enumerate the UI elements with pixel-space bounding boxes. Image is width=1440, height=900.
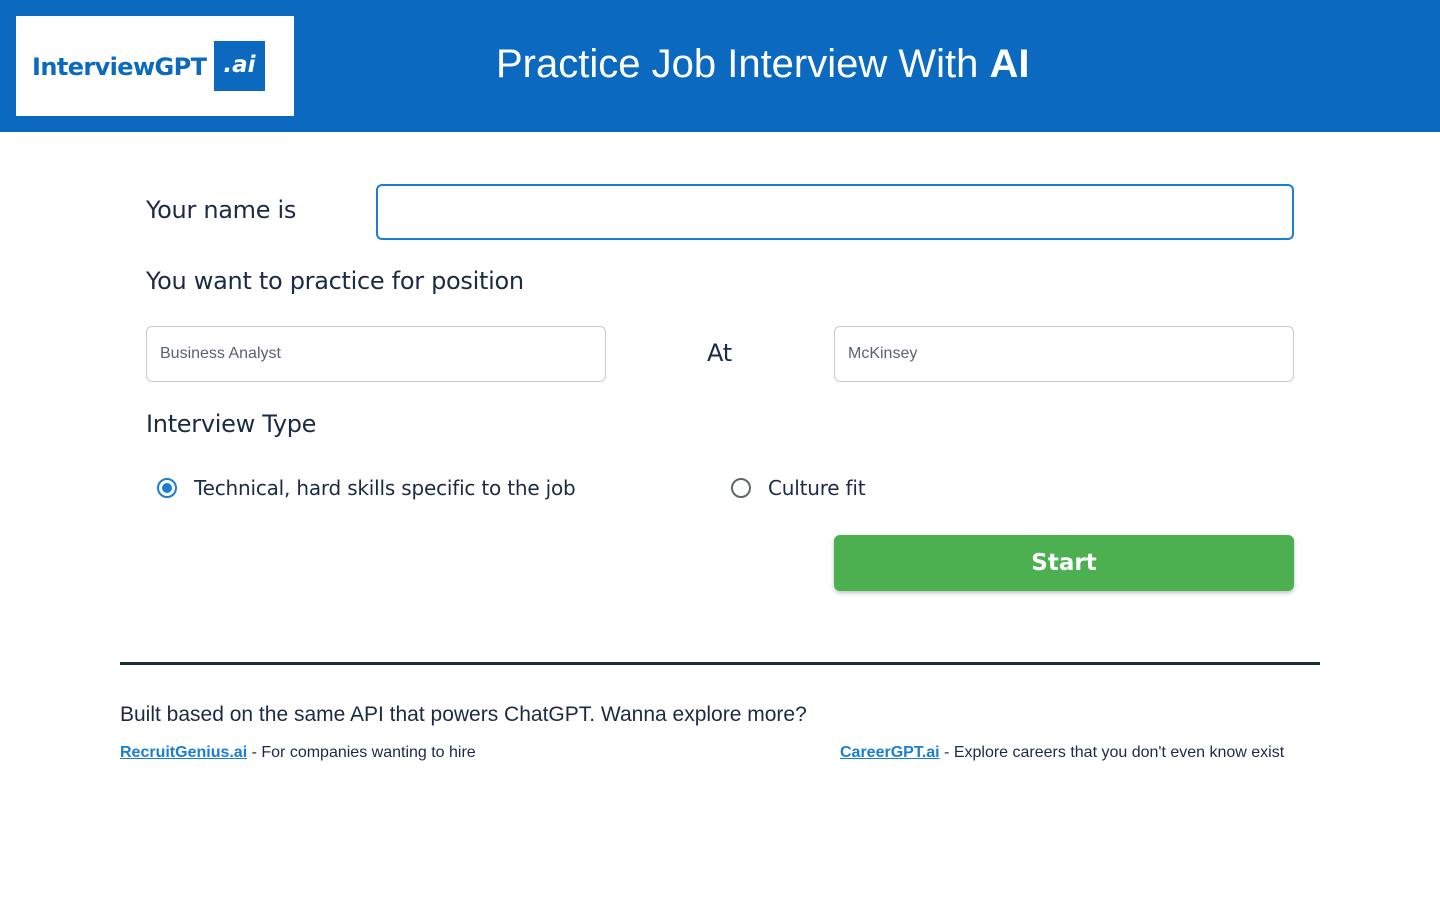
at-label: At — [707, 339, 732, 367]
start-button[interactable]: Start — [834, 535, 1294, 591]
careergpt-description: - Explore careers that you don't even kn… — [939, 744, 1285, 761]
position-input[interactable] — [146, 326, 606, 382]
interview-type-technical-option[interactable]: Technical, hard skills specific to the j… — [157, 476, 576, 500]
footer-divider — [120, 662, 1320, 665]
page-title-emphasis: AI — [989, 42, 1030, 86]
page-title-prefix: Practice Job Interview With — [496, 42, 990, 86]
logo-text: InterviewGPT — [32, 53, 207, 81]
logo-ai-badge: .ai — [214, 41, 265, 91]
interview-type-heading: Interview Type — [146, 410, 317, 438]
footer-link-recruitgenius: RecruitGenius.ai - For companies wanting… — [120, 744, 476, 762]
interview-type-culture-option[interactable]: Culture fit — [731, 476, 866, 500]
technical-radio-label[interactable]: Technical, hard skills specific to the j… — [194, 476, 576, 500]
company-input[interactable] — [834, 326, 1294, 382]
name-input[interactable] — [376, 184, 1294, 240]
footer-link-careergpt: CareerGPT.ai - Explore careers that you … — [840, 744, 1284, 762]
careergpt-link[interactable]: CareerGPT.ai — [840, 744, 940, 761]
culture-fit-radio-label[interactable]: Culture fit — [768, 476, 866, 500]
footer-title: Built based on the same API that powers … — [120, 703, 807, 726]
recruitgenius-link[interactable]: RecruitGenius.ai — [120, 744, 247, 761]
header-bar: InterviewGPT .ai Practice Job Interview … — [0, 0, 1440, 132]
position-heading: You want to practice for position — [146, 267, 524, 295]
logo[interactable]: InterviewGPT .ai — [16, 16, 294, 116]
name-label: Your name is — [146, 196, 297, 224]
culture-fit-radio-button[interactable] — [731, 478, 751, 498]
technical-radio-button[interactable] — [157, 478, 177, 498]
recruitgenius-description: - For companies wanting to hire — [247, 744, 476, 761]
page-title: Practice Job Interview With AI — [496, 42, 1030, 87]
